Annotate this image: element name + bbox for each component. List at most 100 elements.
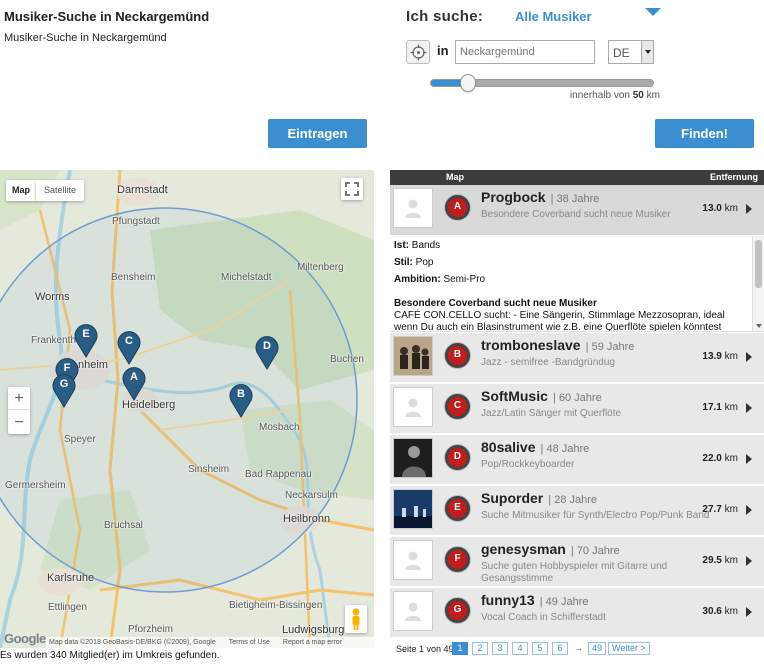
result-distance: 13.0 km	[702, 203, 738, 214]
street-view-button[interactable]	[345, 605, 367, 633]
result-row-f[interactable]: F genesysman | 70 Jahre Suche guten Hobb…	[390, 537, 764, 587]
result-name: genesysman | 70 Jahre	[481, 541, 620, 557]
radius-unit: km	[646, 90, 660, 101]
map-pin-label: E	[82, 328, 90, 340]
result-marker: G	[445, 598, 470, 623]
city-label-ludwigsburg: Ludwigsburg	[282, 624, 345, 636]
result-row-b[interactable]: B tromboneslave | 59 Jahre Jazz - semifr…	[390, 333, 764, 383]
page-2-button[interactable]: 2	[472, 642, 488, 655]
page-4-button[interactable]: 4	[512, 642, 528, 655]
detail-scrollbar[interactable]	[752, 236, 764, 331]
map-pin-label: D	[263, 340, 271, 352]
results-list: Map Entfernung A Progbock | 38 Jahre Bes…	[390, 170, 764, 665]
in-label: in	[437, 43, 449, 58]
result-row-a[interactable]: A Progbock | 38 Jahre Besondere Coverban…	[390, 185, 764, 236]
finden-button[interactable]: Finden!	[655, 119, 754, 148]
result-distance: 22.0 km	[702, 453, 738, 464]
result-row-c[interactable]: C SoftMusic | 60 Jahre Jazz/Latin Sänger…	[390, 384, 764, 434]
result-name: SoftMusic | 60 Jahre	[481, 388, 602, 404]
result-desc: Besondere Coverband sucht neue Musiker	[481, 209, 671, 220]
page-last-button[interactable]: 49	[588, 642, 607, 655]
page-title: Musiker-Suche in Neckargemünd	[4, 9, 210, 24]
country-dropdown-button[interactable]	[641, 41, 653, 63]
page-5-button[interactable]: 5	[532, 642, 548, 655]
chevron-right-icon[interactable]	[746, 204, 752, 214]
page-subtitle: Musiker-Suche in Neckargemünd	[4, 32, 167, 44]
map-pin-b[interactable]: B	[228, 382, 254, 418]
result-age: | 59 Jahre	[582, 341, 635, 353]
city-label-mosbach: Mosbach	[259, 422, 300, 433]
band-photo-icon	[394, 337, 432, 375]
detail-text: CAFÉ CON.CELLO sucht: - Eine Sängerin, S…	[394, 310, 725, 332]
scrollbar-thumb[interactable]	[755, 240, 762, 288]
result-age: | 70 Jahre	[567, 545, 620, 557]
fullscreen-button[interactable]	[341, 178, 363, 200]
terms-of-use-link[interactable]: Terms of Use	[229, 639, 270, 646]
stage-photo-icon	[394, 490, 432, 528]
city-label-neckarsulm: Neckarsulm	[285, 490, 338, 501]
map-pin-g[interactable]: G	[51, 372, 77, 408]
chevron-down-icon[interactable]	[645, 8, 661, 16]
avatar	[393, 188, 433, 228]
user-placeholder-icon	[405, 602, 421, 621]
result-count-text: Es wurden 340 Mitglied(er) im Umkreis ge…	[0, 650, 220, 661]
user-placeholder-icon	[405, 551, 421, 570]
results-header: Map Entfernung	[390, 170, 764, 185]
city-label-miltenberg: Miltenberg	[297, 262, 344, 273]
detail-stil: Stil: Pop	[394, 257, 434, 268]
country-select[interactable]: DE	[608, 40, 654, 64]
city-label-frankenthal: Frankenth	[31, 335, 77, 346]
chevron-right-icon[interactable]	[746, 454, 752, 464]
chevron-right-icon[interactable]	[746, 403, 752, 413]
location-input[interactable]	[455, 40, 595, 64]
city-label-michelstadt: Michelstadt	[221, 272, 272, 283]
pager-arrow: →	[574, 643, 583, 653]
page-3-button[interactable]: 3	[492, 642, 508, 655]
map-data-text: Map data ©2018 GeoBasis-DE/BKG (©2009), …	[49, 639, 216, 646]
map-pin-label: C	[125, 335, 133, 347]
result-row-e[interactable]: E Suporder | 28 Jahre Suche Mitmusiker f…	[390, 486, 764, 536]
radius-value: 50	[632, 90, 644, 101]
result-desc: Suche Mitmusiker für Synth/Electro Pop/P…	[481, 510, 710, 521]
result-name: tromboneslave | 59 Jahre	[481, 337, 635, 353]
result-row-g[interactable]: G funny13 | 49 Jahre Vocal Coach in Schi…	[390, 588, 764, 638]
next-page-button[interactable]: Weiter >	[608, 642, 650, 655]
result-details: Ist: Bands Stil: Pop Ambition: Semi-Pro …	[390, 236, 764, 332]
result-desc: Pop/Rockkeyboarder	[481, 459, 575, 470]
result-desc: Jazz - semifree -Bandgründug	[481, 357, 615, 368]
map-pin-a[interactable]: A	[121, 365, 147, 401]
result-desc: Suche guten Hobbyspieler mit Gitarre und…	[481, 561, 668, 584]
radius-prefix: innerhalb von	[569, 90, 630, 101]
eintragen-button[interactable]: Eintragen	[268, 119, 367, 148]
report-map-error-link[interactable]: Report a map error	[283, 639, 342, 646]
detail-ist: Ist: Bands	[394, 240, 441, 251]
result-name: 80salive | 48 Jahre	[481, 439, 590, 455]
category-select[interactable]: Alle Musiker	[515, 9, 592, 24]
map-pin-label: B	[237, 388, 245, 400]
result-row-d[interactable]: D 80salive | 48 Jahre Pop/Rockkeyboarder…	[390, 435, 764, 485]
map-pin-d[interactable]: D	[254, 334, 280, 370]
radius-slider-handle[interactable]	[460, 74, 476, 92]
chevron-right-icon[interactable]	[746, 352, 752, 362]
map-type-satellite-button[interactable]: Satellite	[36, 180, 84, 201]
page-1-button[interactable]: 1	[452, 642, 468, 655]
chevron-right-icon[interactable]	[746, 607, 752, 617]
scroll-down-icon[interactable]	[756, 324, 762, 328]
map[interactable]: Darmstadt Pfungstadt Worms Bensheim Mich…	[0, 170, 374, 648]
header-map: Map	[446, 172, 464, 182]
chevron-right-icon[interactable]	[746, 505, 752, 515]
pager-label: Seite 1 von 49	[396, 644, 454, 654]
locate-button[interactable]	[406, 40, 430, 64]
zoom-out-button[interactable]: −	[8, 411, 30, 434]
zoom-in-button[interactable]: +	[8, 387, 30, 410]
user-placeholder-icon	[405, 199, 421, 218]
map-pin-c[interactable]: C	[116, 329, 142, 365]
chevron-right-icon[interactable]	[746, 556, 752, 566]
map-type-map-button[interactable]: Map	[6, 180, 36, 201]
zoom-control: + −	[8, 387, 30, 434]
search-panel: Musiker-Suche in Neckargemünd Musiker-Su…	[0, 0, 764, 155]
result-name: Suporder | 28 Jahre	[481, 490, 598, 506]
city-label-pforzheim: Pforzheim	[128, 624, 174, 635]
page-6-button[interactable]: 6	[552, 642, 568, 655]
map-pin-e[interactable]: E	[73, 322, 99, 358]
